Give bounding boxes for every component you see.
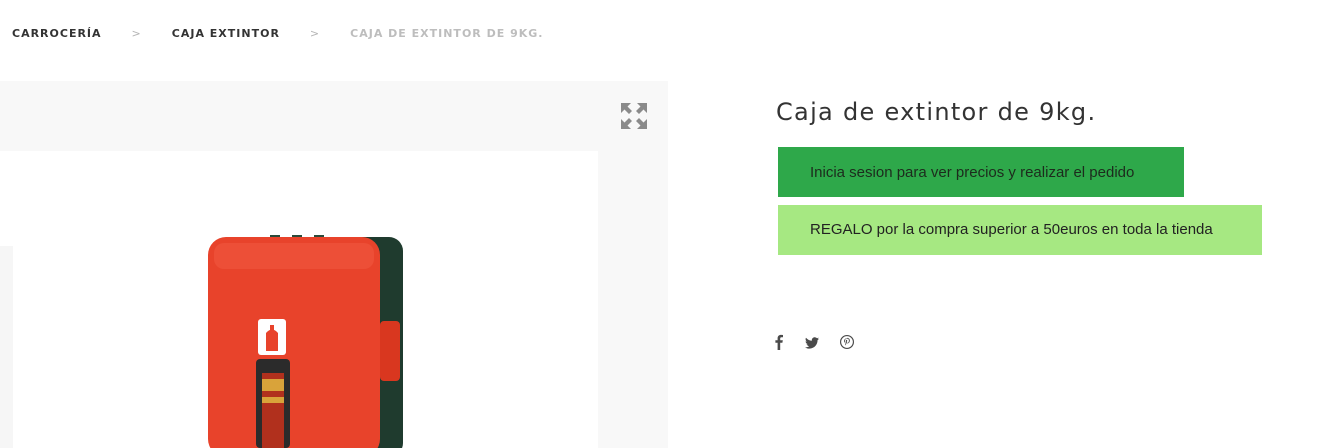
breadcrumb-carroceria[interactable]: CARROCERÍA (12, 27, 102, 40)
promo-banner: REGALO por la compra superior a 50euros … (778, 205, 1262, 255)
expand-icon[interactable] (619, 101, 649, 131)
breadcrumb: CARROCERÍA > CAJA EXTINTOR > CAJA DE EXT… (12, 27, 543, 40)
product-gallery (0, 81, 668, 448)
breadcrumb-caja-extintor[interactable]: CAJA EXTINTOR (172, 27, 280, 40)
login-to-see-prices-button[interactable]: Inicia sesion para ver precios y realiza… (778, 147, 1184, 197)
breadcrumb-separator: > (131, 27, 142, 40)
facebook-icon[interactable] (774, 334, 784, 355)
product-title: Caja de extintor de 9kg. (776, 98, 1097, 126)
breadcrumb-separator: > (309, 27, 321, 40)
breadcrumb-current: CAJA DE EXTINTOR DE 9KG. (350, 27, 544, 40)
product-image[interactable] (0, 151, 598, 448)
pinterest-icon[interactable] (840, 335, 854, 354)
twitter-icon[interactable] (805, 336, 819, 354)
social-share (774, 334, 875, 355)
